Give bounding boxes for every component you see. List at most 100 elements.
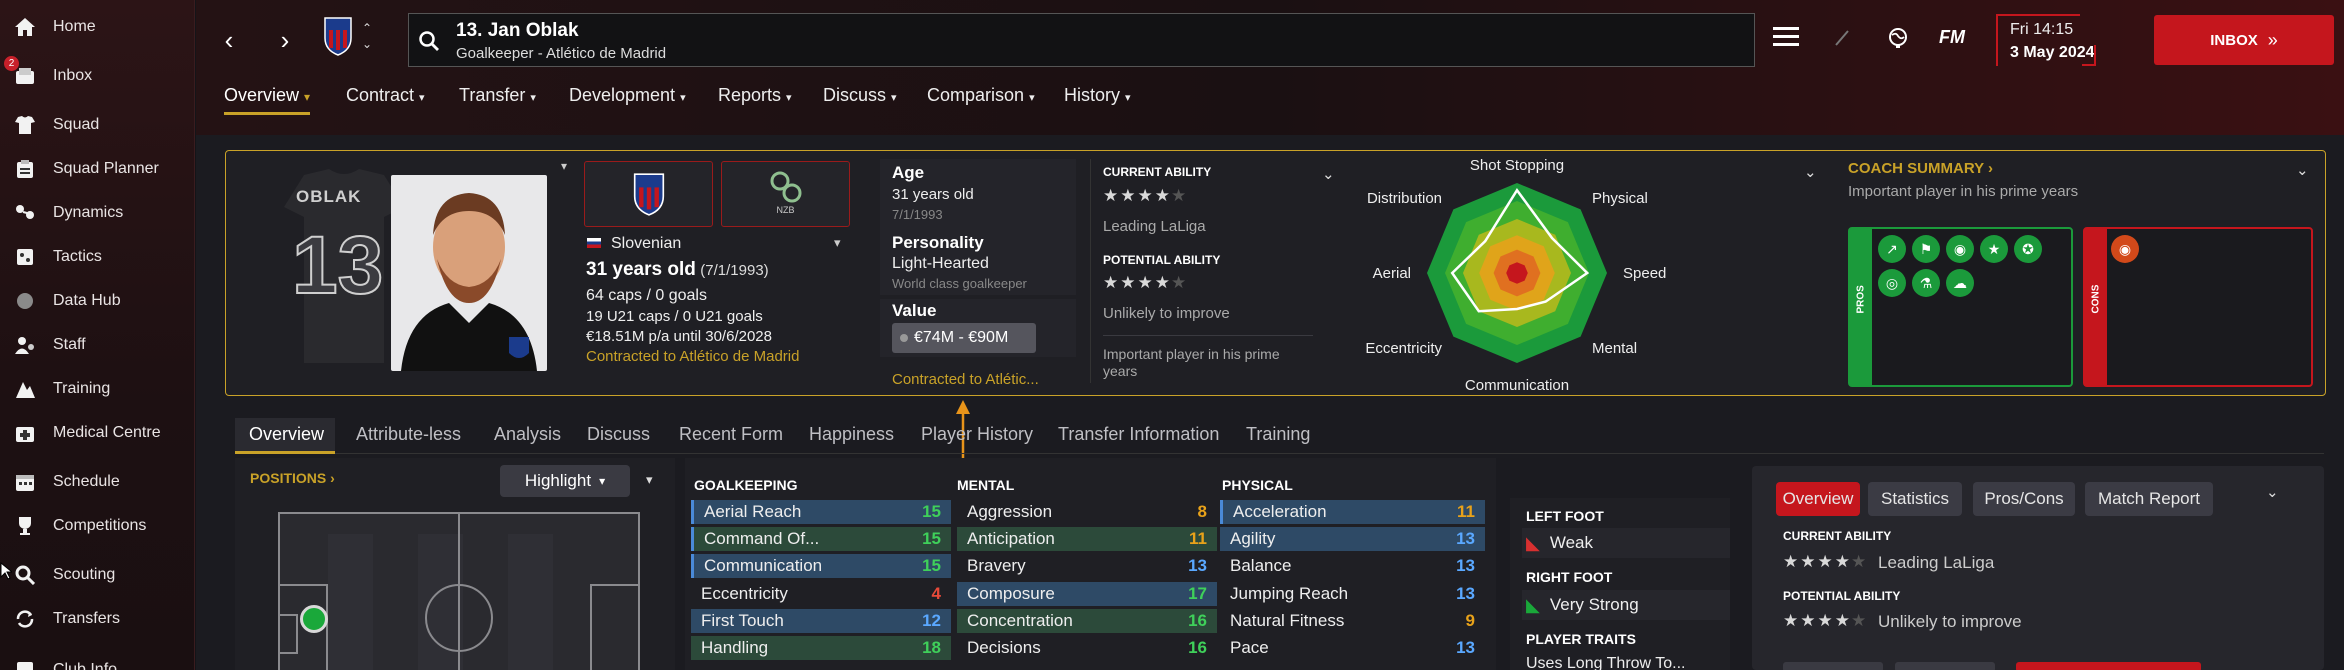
sidebar-item-club-info[interactable]: Club Info bbox=[0, 652, 194, 670]
highlight-dropdown[interactable]: Highlight ▾ bbox=[500, 465, 630, 497]
date-display[interactable]: Fri 14:15 3 May 2024 bbox=[1996, 14, 2095, 66]
chevron-down-icon[interactable]: ⌄ bbox=[2296, 161, 2309, 179]
sidebar-item-squad[interactable]: Squad bbox=[0, 107, 194, 143]
flask-icon[interactable]: ⚗ bbox=[1912, 269, 1940, 297]
tab-transfer[interactable]: Transfer ▾ bbox=[459, 85, 536, 106]
tab-overview[interactable]: Overview ▾ bbox=[224, 85, 311, 115]
contract-line[interactable]: Contracted to Atlético de Madrid bbox=[586, 348, 799, 365]
overview-tab-match-report[interactable]: Match Report bbox=[2085, 482, 2213, 516]
back-button[interactable]: ‹ bbox=[214, 22, 244, 58]
attribute-row[interactable]: Anticipation 11 bbox=[957, 527, 1217, 552]
tab-comparison[interactable]: Comparison ▾ bbox=[927, 85, 1035, 106]
overview-tab-overview[interactable]: Overview bbox=[1776, 482, 1860, 516]
club-switch-arrows[interactable]: ⌃ ⌄ bbox=[362, 20, 376, 56]
sidebar-item-tactics[interactable]: Tactics bbox=[0, 239, 194, 275]
subtab-overview[interactable]: Overview bbox=[249, 424, 324, 445]
coach-summary-title[interactable]: COACH SUMMARY › bbox=[1848, 160, 1993, 177]
chevron-down-icon[interactable]: ▾ bbox=[834, 235, 841, 251]
sidebar-item-staff[interactable]: Staff bbox=[0, 327, 194, 363]
overview-tab-pros-cons[interactable]: Pros/Cons bbox=[1973, 482, 2075, 516]
radar-axis-label: Distribution bbox=[1367, 190, 1442, 207]
nzs-crest-label: NZB bbox=[776, 205, 795, 215]
value-chip[interactable]: €74M - €90M bbox=[892, 323, 1036, 353]
sidebar-item-inbox[interactable]: 2 Inbox bbox=[0, 56, 194, 94]
chevron-down-icon[interactable]: ▾ bbox=[646, 472, 653, 488]
sidebar-item-schedule[interactable]: Schedule bbox=[0, 464, 194, 500]
edit-icon[interactable] bbox=[1833, 28, 1853, 48]
sidebar-item-competitions[interactable]: Competitions bbox=[0, 508, 194, 544]
chevron-down-icon[interactable]: ▾ bbox=[561, 159, 567, 173]
target-icon[interactable]: ◎ bbox=[1878, 269, 1906, 297]
tab-reports[interactable]: Reports ▾ bbox=[718, 85, 792, 106]
attribute-row[interactable]: Pace 13 bbox=[1220, 636, 1485, 660]
inbox-button[interactable]: INBOX » bbox=[2154, 15, 2334, 65]
star-icon[interactable]: ★ bbox=[1980, 235, 2008, 263]
attribute-row[interactable]: Aerial Reach 15 bbox=[691, 500, 951, 524]
subtab-recent-form[interactable]: Recent Form bbox=[679, 424, 783, 445]
attribute-row[interactable]: First Touch 12 bbox=[691, 608, 951, 633]
sidebar-item-training[interactable]: Training bbox=[0, 371, 194, 407]
attribute-row[interactable]: Aggression 8 bbox=[957, 500, 1217, 524]
chevron-down-icon[interactable]: ⌄ bbox=[1804, 163, 1817, 181]
overview-button-partial[interactable] bbox=[1783, 662, 1883, 670]
tab-history[interactable]: History ▾ bbox=[1064, 85, 1131, 106]
sidebar-item-home[interactable]: Home bbox=[0, 9, 194, 45]
contract-short[interactable]: Contracted to Atlétic... bbox=[892, 371, 1039, 388]
sidebar-item-label: Training bbox=[53, 380, 111, 397]
attribute-row[interactable]: Acceleration 11 bbox=[1220, 500, 1485, 524]
chevron-down-icon[interactable]: ⌄ bbox=[2266, 483, 2279, 501]
attribute-row[interactable]: Decisions 16 bbox=[957, 636, 1217, 660]
attribute-row[interactable]: Composure 17 bbox=[957, 581, 1217, 606]
attribute-row[interactable]: Handling 18 bbox=[691, 636, 951, 660]
brain-icon[interactable]: ☁ bbox=[1946, 269, 1974, 297]
sidebar-item-dynamics[interactable]: Dynamics bbox=[0, 195, 194, 231]
flag-icon[interactable]: ⚑ bbox=[1912, 235, 1940, 263]
attribute-value: 18 bbox=[922, 638, 941, 657]
subtab-transfer-information[interactable]: Transfer Information bbox=[1058, 424, 1219, 445]
sidebar-item-label: Tactics bbox=[53, 248, 102, 265]
attribute-row[interactable]: Agility 13 bbox=[1220, 527, 1485, 552]
sidebar-item-scouting[interactable]: Scouting bbox=[0, 557, 194, 593]
attribute-row[interactable]: Communication 15 bbox=[691, 554, 951, 579]
club-badge-button[interactable] bbox=[584, 161, 713, 227]
attribute-row[interactable]: Eccentricity 4 bbox=[691, 582, 951, 606]
overview-tab-statistics[interactable]: Statistics bbox=[1868, 482, 1962, 516]
overview-button-partial[interactable] bbox=[1895, 662, 1995, 670]
gk-position-marker[interactable] bbox=[300, 605, 328, 633]
ball-plus-icon[interactable]: ◉ bbox=[1946, 235, 1974, 263]
subtab-training[interactable]: Training bbox=[1246, 424, 1310, 445]
attribute-row[interactable]: Command Of... 15 bbox=[691, 527, 951, 552]
tab-development[interactable]: Development ▾ bbox=[569, 85, 686, 106]
sidebar-item-transfers[interactable]: Transfers bbox=[0, 601, 194, 637]
attribute-row[interactable]: Natural Fitness 9 bbox=[1220, 609, 1485, 633]
ball-icon[interactable]: ✪ bbox=[2014, 235, 2042, 263]
overview-action-button-partial[interactable] bbox=[2016, 662, 2201, 670]
attribute-row[interactable]: Balance 13 bbox=[1220, 554, 1485, 578]
tab-contract[interactable]: Contract ▾ bbox=[346, 85, 425, 106]
ball-minus-icon[interactable]: ◉ bbox=[2111, 235, 2139, 263]
nation-badge-button[interactable]: NZB bbox=[721, 161, 850, 227]
player-title-box[interactable]: 13. Jan Oblak Goalkeeper - Atlético de M… bbox=[408, 13, 1755, 67]
attribute-row[interactable]: Bravery 13 bbox=[957, 554, 1217, 578]
attribute-value: 13 bbox=[1456, 583, 1475, 603]
tab-discuss[interactable]: Discuss ▾ bbox=[823, 85, 897, 106]
player-trait-item[interactable]: Uses Long Throw To... bbox=[1526, 655, 1686, 670]
attribute-row[interactable]: Concentration 16 bbox=[957, 608, 1217, 633]
fm-logo[interactable]: FM bbox=[1939, 27, 1965, 48]
sidebar-item-medical-centre[interactable]: Medical Centre bbox=[0, 415, 194, 451]
sidebar-item-data-hub[interactable]: Data Hub bbox=[0, 283, 194, 319]
subtab-analysis[interactable]: Analysis bbox=[494, 424, 561, 445]
subtab-discuss[interactable]: Discuss bbox=[587, 424, 650, 445]
club-crest-icon[interactable] bbox=[323, 16, 353, 56]
menu-button[interactable] bbox=[1772, 24, 1806, 54]
forward-button[interactable]: › bbox=[270, 22, 300, 58]
subtab-player-history[interactable]: Player History bbox=[921, 424, 1033, 445]
subtab-happiness[interactable]: Happiness bbox=[809, 424, 894, 445]
positions-title[interactable]: POSITIONS › bbox=[250, 470, 335, 486]
attribute-row[interactable]: Jumping Reach 13 bbox=[1220, 582, 1485, 606]
kicking-icon[interactable]: ↗ bbox=[1878, 235, 1906, 263]
subtab-attribute-less[interactable]: Attribute-less bbox=[356, 424, 461, 445]
sidebar-item-squad-planner[interactable]: Squad Planner bbox=[0, 151, 194, 187]
overview-potential-stars: ★★★★ bbox=[1783, 611, 1852, 630]
globe-icon[interactable] bbox=[1886, 26, 1910, 50]
